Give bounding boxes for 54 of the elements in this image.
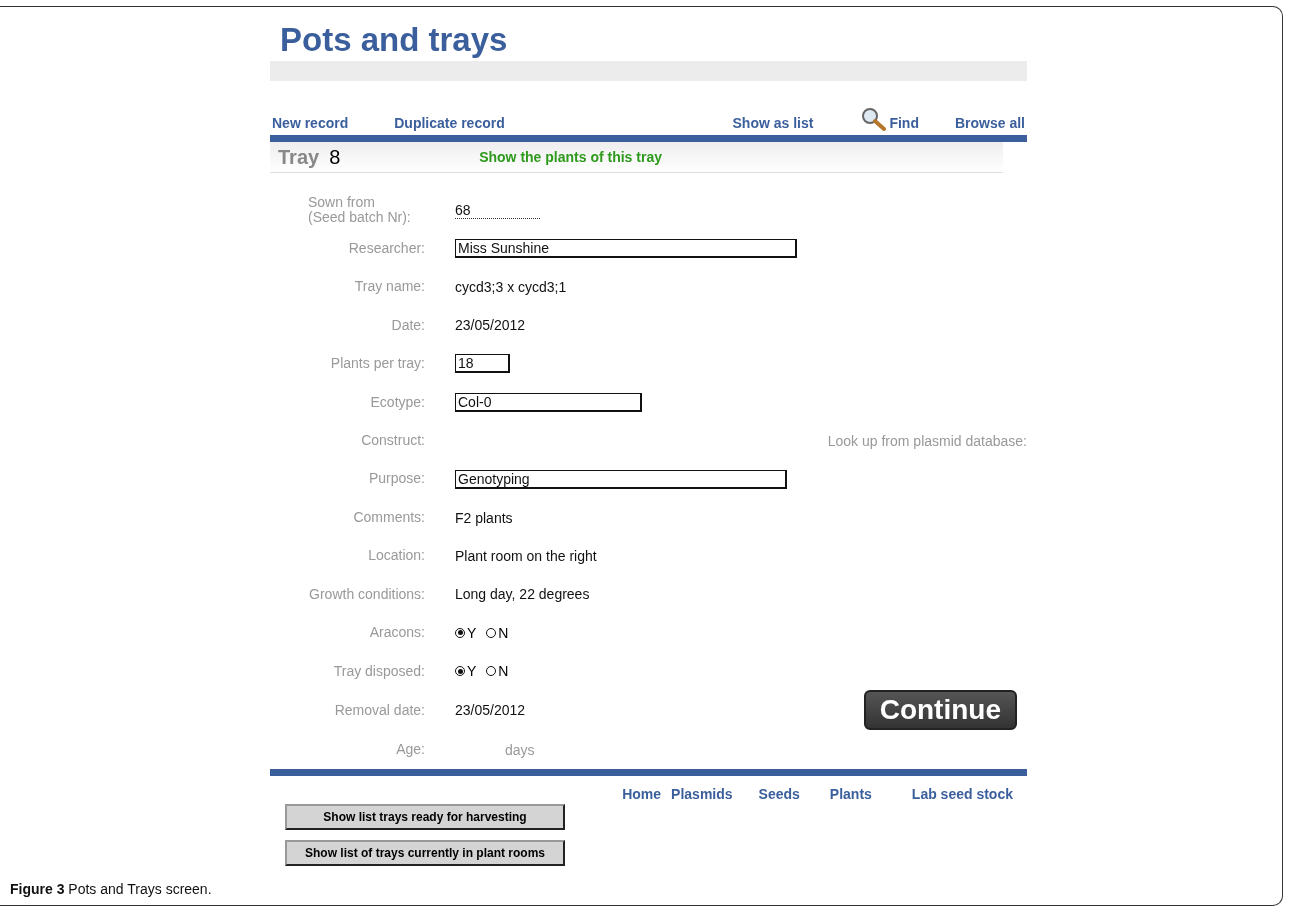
field-label: Location: <box>367 548 425 564</box>
input-field[interactable]: Miss Sunshine <box>455 239 797 259</box>
field-label: Tray disposed: <box>332 663 425 679</box>
seed-batch-value: 68 <box>455 201 540 219</box>
field-label: Aracons: <box>368 625 425 641</box>
field-label: Tray name: <box>353 279 425 295</box>
toolbar-link[interactable]: Browse all <box>954 115 1025 131</box>
field-label: Removal date: <box>333 702 425 719</box>
radio-option[interactable]: Y <box>455 624 477 641</box>
field-value: F2 plants <box>455 509 513 526</box>
radio-option[interactable]: N <box>486 624 509 641</box>
nav-link[interactable]: Seeds <box>758 786 800 802</box>
lookup-note: Look up from plasmid database: <box>827 432 1027 449</box>
field-label: Sown from (Seed batch Nr): <box>307 194 412 226</box>
radio-option[interactable]: N <box>486 663 509 680</box>
field-value: Plant room on the right <box>455 548 597 564</box>
nav-link[interactable]: Home <box>622 786 662 802</box>
nav-link[interactable]: Plasmids <box>671 786 733 802</box>
input-field[interactable]: 18 <box>455 354 510 374</box>
field-label: Age: <box>395 742 425 758</box>
list-button[interactable]: Show list of trays currently in plant rooms <box>285 840 565 866</box>
input-field[interactable]: Col-0 <box>455 392 642 412</box>
unit-label: days <box>505 741 535 758</box>
radio-label: N <box>498 624 509 641</box>
toolbar-link[interactable]: New record <box>272 115 349 131</box>
find-link[interactable]: Find <box>861 107 919 131</box>
figure-caption: Figure 3 Pots and Trays screen. <box>10 881 212 897</box>
continue-button[interactable]: Continue <box>863 690 1017 731</box>
record-number: 8 <box>329 145 342 169</box>
field-value: 23/05/2012 <box>455 317 526 334</box>
toolbar-link[interactable]: Duplicate record <box>394 115 505 131</box>
radio-option[interactable]: Y <box>455 663 477 680</box>
field-label: Date: <box>390 317 425 334</box>
nav-link[interactable]: Lab seed stock <box>911 786 1013 802</box>
input-field[interactable]: Genotyping <box>455 469 787 489</box>
page-title: Pots and trays <box>280 21 509 59</box>
radio-label: Y <box>467 624 477 641</box>
field-label: Researcher: <box>347 240 425 257</box>
record-type-label: Tray <box>278 145 320 169</box>
field-value: 23/05/2012 <box>455 702 526 719</box>
nav-link[interactable]: Plants <box>829 786 872 802</box>
list-button[interactable]: Show list trays ready for harvesting <box>285 804 565 830</box>
field-label: Comments: <box>352 509 425 526</box>
radio-label: Y <box>467 663 477 680</box>
radio-label: N <box>498 663 509 680</box>
field-label: Ecotype: <box>369 394 425 410</box>
field-label: Construct: <box>360 433 425 449</box>
toolbar-link[interactable]: Show as list <box>732 115 814 131</box>
field-value: Long day, 22 degrees <box>455 586 590 603</box>
field-value: cycd3;3 x cycd3;1 <box>455 279 567 296</box>
search-icon <box>861 107 888 131</box>
field-label: Plants per tray: <box>329 356 425 372</box>
field-label: Purpose: <box>367 471 425 487</box>
field-label: Growth conditions: <box>308 586 425 603</box>
